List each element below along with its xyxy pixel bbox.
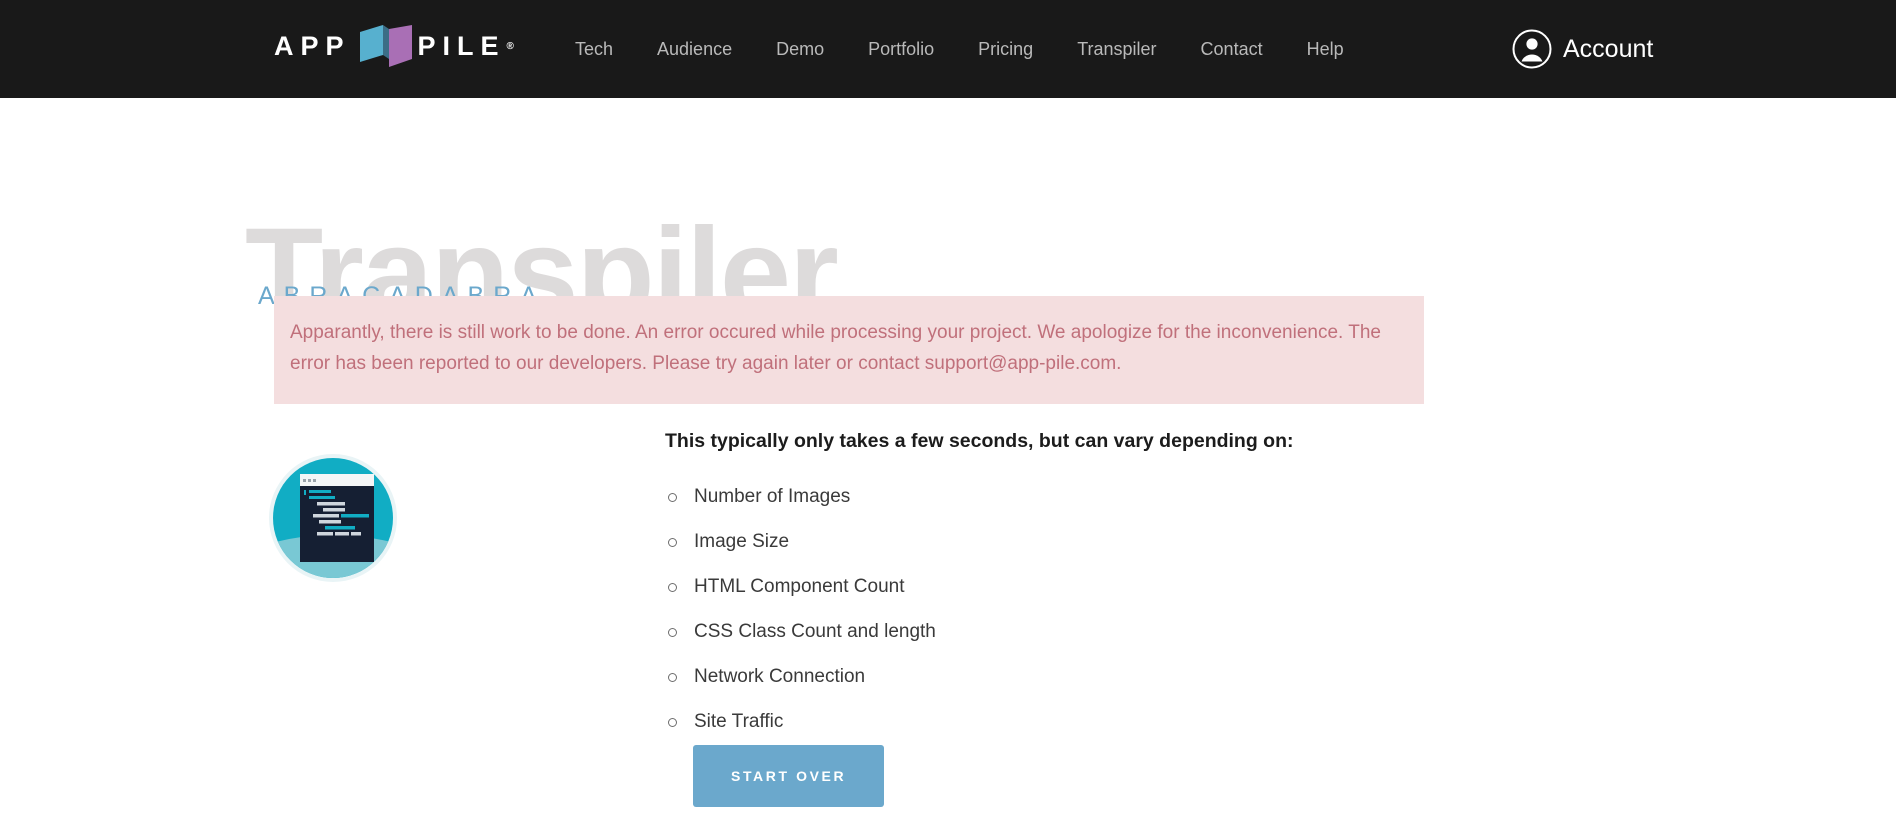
- nav-item-demo[interactable]: Demo: [754, 0, 846, 98]
- hero-section: Transpiler ABRACADABRA: [0, 98, 1896, 338]
- illustration-column: [0, 430, 665, 757]
- nav-item-tech[interactable]: Tech: [575, 0, 635, 98]
- registered-trademark-icon: ®: [506, 40, 514, 52]
- list-item: HTML Component Count: [665, 577, 1294, 596]
- error-banner: Apparantly, there is still work to be do…: [274, 296, 1424, 404]
- nav-item-contact[interactable]: Contact: [1179, 0, 1285, 98]
- nav-item-audience[interactable]: Audience: [635, 0, 754, 98]
- logo-text-app: APP: [274, 30, 351, 61]
- logo-text-pile: PILE: [417, 30, 506, 61]
- book-fold-icon: [359, 25, 412, 67]
- list-item: Number of Images: [665, 487, 1294, 506]
- info-heading: This typically only takes a few seconds,…: [665, 430, 1294, 452]
- nav-item-portfolio[interactable]: Portfolio: [846, 0, 956, 98]
- list-item: Network Connection: [665, 667, 1294, 686]
- account-label: Account: [1563, 34, 1654, 63]
- list-item: Image Size: [665, 532, 1294, 551]
- nav-item-transpiler[interactable]: Transpiler: [1055, 0, 1178, 98]
- code-editor-window-icon: [267, 452, 399, 584]
- action-row: START OVER: [693, 745, 885, 807]
- start-over-button[interactable]: START OVER: [693, 745, 885, 807]
- factors-list: Number of Images Image Size HTML Compone…: [665, 487, 1294, 731]
- main-navigation: Tech Audience Demo Portfolio Pricing Tra…: [575, 0, 1366, 98]
- list-item: Site Traffic: [665, 712, 1294, 731]
- logo[interactable]: APP PILE ®: [274, 24, 514, 68]
- info-column: This typically only takes a few seconds,…: [665, 430, 1294, 757]
- list-item: CSS Class Count and length: [665, 622, 1294, 641]
- nav-item-help[interactable]: Help: [1285, 0, 1366, 98]
- nav-item-pricing[interactable]: Pricing: [956, 0, 1055, 98]
- main-content: This typically only takes a few seconds,…: [0, 430, 1896, 757]
- site-header: APP PILE ® Tech Audience Demo Portfolio …: [0, 0, 1896, 98]
- user-circle-icon: [1512, 29, 1552, 69]
- account-menu[interactable]: Account: [1512, 0, 1896, 98]
